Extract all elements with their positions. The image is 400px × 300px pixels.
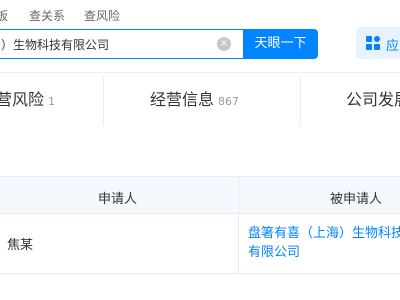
tab-label: 公司发展 xyxy=(346,90,400,109)
header-respondent: 被申请人 xyxy=(330,192,383,207)
clear-icon[interactable]: × xyxy=(217,37,231,51)
app-button-label: 应 xyxy=(386,39,400,54)
grid-icon xyxy=(366,36,380,50)
app-button[interactable]: 应 xyxy=(356,27,400,59)
tab-separator xyxy=(300,76,301,126)
applicant-cell: 焦某 xyxy=(7,238,34,253)
tab-bar: 营风险1 经营信息867 公司发展 xyxy=(0,73,400,129)
tab-label: 经营信息 xyxy=(150,90,215,109)
tab-count: 867 xyxy=(218,95,240,108)
tab-company-development[interactable]: 公司发展 xyxy=(346,89,400,111)
search-bar: × xyxy=(0,29,243,59)
tab-label: 营风险 xyxy=(0,90,45,109)
column-separator xyxy=(238,176,239,214)
tab-business-risk[interactable]: 营风险 1 xyxy=(0,89,55,113)
respondent-company-link[interactable]: 盘箸有喜（上海）生物科技有限公司 xyxy=(248,224,400,262)
search-input[interactable] xyxy=(1,30,201,58)
nav-link-relations[interactable]: 查关系 xyxy=(29,8,65,24)
search-button[interactable]: 天眼一下 xyxy=(243,29,318,59)
table-header: 申请人 被申请人 xyxy=(0,176,400,214)
column-separator xyxy=(238,214,239,274)
header-applicant: 申请人 xyxy=(98,192,138,207)
table-row: 焦某 盘箸有喜（上海）生物科技有限公司 xyxy=(0,214,400,274)
nav-link-board[interactable]: 板 xyxy=(0,8,8,24)
tab-count: 1 xyxy=(48,95,56,108)
data-table: 申请人 被申请人 焦某 盘箸有喜（上海）生物科技有限公司 xyxy=(0,176,400,276)
tab-business-info[interactable]: 经营信息 867 xyxy=(150,89,239,113)
top-navigation: 板 查关系 查风险 xyxy=(0,0,400,26)
tab-separator xyxy=(103,76,104,126)
nav-link-risk[interactable]: 查风险 xyxy=(84,8,120,24)
